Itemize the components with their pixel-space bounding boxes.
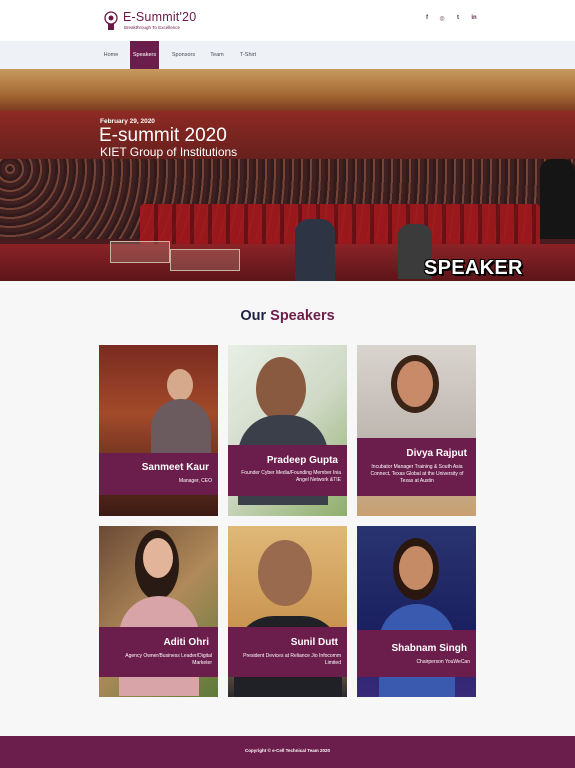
speaker-face [256, 357, 306, 421]
speaker-name: Pradeep Gupta [266, 455, 338, 466]
speaker-page-badge: SPEAKER PAGE [424, 257, 523, 281]
speaker-card[interactable]: Shabnam Singh Chairperson YouWeCan [357, 526, 476, 697]
speaker-role: Manager, CEO [178, 478, 212, 484]
twitter-icon[interactable]: t [453, 15, 463, 25]
hero-date: February 29, 2020 [100, 118, 155, 125]
speaker-role: Incubator Manager Training & South Asia … [370, 464, 464, 484]
speaker-name: Aditi Ohri [163, 637, 209, 648]
hero-ceiling [0, 69, 575, 111]
speaker-role: Agency Owner/Business Leader/Digital Mar… [125, 653, 212, 666]
speaker-name: Sanmeet Kaur [141, 462, 209, 473]
speaker-role: Founder Cyber Media/Founding Member Inia… [241, 470, 341, 483]
e-summit-logo-icon[interactable] [103, 11, 119, 31]
copyright-text: Copyright © e-Cell Technical Team 2020 [245, 748, 330, 753]
hero-banner: February 29, 2020 E-summit 2020 KIET Gro… [0, 69, 575, 281]
nav-tshirt[interactable]: T-Shirt [234, 41, 262, 69]
speaker-card[interactable]: Aditi Ohri Agency Owner/Business Leader/… [99, 526, 218, 697]
speaker-name: Divya Rajput [406, 448, 467, 459]
speaker-body [151, 399, 211, 459]
facebook-icon[interactable]: f [422, 15, 432, 25]
speaker-face [258, 540, 312, 606]
instagram-icon[interactable]: ◎ [437, 15, 447, 25]
speaker-face [167, 369, 193, 401]
speaker-card[interactable]: Sunil Dutt President Devices at Reliance… [228, 526, 347, 697]
hero-person [540, 159, 575, 239]
speaker-overlay [99, 453, 218, 495]
nav-sponsors[interactable]: Sponsors [167, 41, 200, 69]
site-header: E-Summit'20 Breakthrough To Excellence f… [0, 0, 575, 41]
hero-table [170, 249, 240, 271]
speaker-face [143, 538, 173, 578]
section-title-prefix: Our [240, 308, 267, 324]
section-title-accent: Speakers [270, 308, 335, 324]
linkedin-icon[interactable]: in [469, 15, 479, 25]
brand-tagline: Breakthrough To Excellence [124, 25, 180, 30]
speaker-overlay [99, 627, 218, 677]
nav-team[interactable]: Team [205, 41, 229, 69]
speaker-name: Sunil Dutt [290, 637, 338, 648]
speaker-card[interactable]: Divya Rajput Incubator Manager Training … [357, 345, 476, 516]
site-footer: Copyright © e-Cell Technical Team 2020 [0, 736, 575, 768]
speaker-card[interactable]: Sanmeet Kaur Manager, CEO [99, 345, 218, 516]
speaker-name: Shabnam Singh [391, 643, 467, 654]
speaker-face [397, 361, 433, 407]
speaker-role: Chairperson YouWeCan [416, 659, 470, 665]
speaker-role: President Devices at Reliance Jio Infoco… [243, 653, 341, 666]
speaker-overlay [228, 627, 347, 677]
brand-title[interactable]: E-Summit'20 [123, 10, 196, 24]
hero-table [110, 241, 170, 263]
speaker-face [399, 546, 433, 590]
hero-person [295, 219, 335, 281]
hero-subtitle: KIET Group of Institutions [100, 145, 238, 159]
main-nav: Home Speakers Sponsors Team T-Shirt [0, 41, 575, 69]
nav-home[interactable]: Home [96, 41, 126, 69]
speaker-card[interactable]: Pradeep Gupta Founder Cyber Media/Foundi… [228, 345, 347, 516]
section-title: Our Speakers [0, 308, 575, 324]
nav-speakers[interactable]: Speakers [130, 41, 159, 69]
hero-title: E-summit 2020 [99, 125, 227, 146]
